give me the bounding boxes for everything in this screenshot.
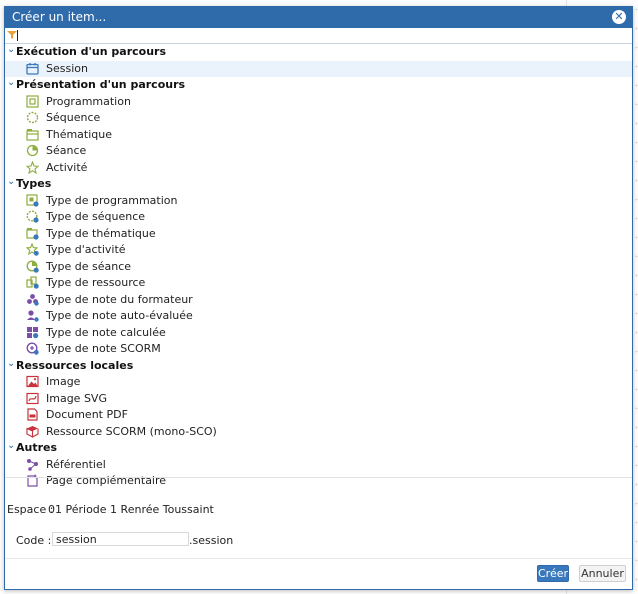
programmation-icon (26, 94, 39, 108)
tree-item[interactable]: Document PDF (5, 407, 632, 423)
tree-item-label: Session (46, 61, 88, 75)
tree-item[interactable]: Type de note calculée (5, 325, 632, 341)
create-item-dialog: Créer un item... ✕ ⌄ Exécution d'un parco… (4, 6, 633, 590)
tree-item[interactable]: Image (5, 374, 632, 390)
tree-item-label: Document PDF (46, 408, 128, 421)
tree-item[interactable]: Type de ressource (5, 275, 632, 291)
close-icon[interactable]: ✕ (612, 10, 626, 24)
tree-item-label: Thématique (46, 127, 113, 141)
type-thematique-icon (26, 227, 39, 240)
tree-item[interactable]: Programmation (5, 94, 632, 110)
sequence-icon (26, 111, 39, 124)
type-seance-icon (26, 260, 39, 273)
button-bar-divider (5, 558, 632, 559)
tree-item-label: Type de programmation (46, 193, 178, 207)
tree-group-label: Exécution d'un parcours (16, 45, 167, 58)
type-ressource-icon (26, 276, 39, 289)
cancel-button[interactable]: Annuler (579, 565, 626, 582)
type-note-scorm-icon (26, 342, 39, 355)
tree-item-label: Activité (46, 160, 88, 174)
dialog-titlebar: Créer un item... ✕ (5, 7, 632, 28)
tree-group-label: Présentation d'un parcours (16, 78, 186, 91)
tree-group-label: Ressources locales (16, 358, 134, 372)
referentiel-icon (27, 458, 38, 471)
tree-item-label: Image SVG (46, 391, 107, 405)
tree-item-label: Type de thématique (46, 226, 156, 240)
tree-item-label: Type de note auto-évaluée (46, 309, 193, 322)
tree-item[interactable]: Type de note SCORM (5, 341, 632, 357)
tree-item-label: Type de séance (46, 259, 132, 273)
dialog-title: Créer un item... (12, 10, 107, 24)
tree-item-label: Référentiel (46, 457, 106, 471)
tree-item-label: Type de note calculée (46, 325, 166, 339)
code-field[interactable] (52, 532, 189, 546)
tree-item[interactable]: Thématique (5, 127, 632, 143)
tree-item-label: Ressource SCORM (mono-SCO) (46, 424, 217, 438)
tree-item-label: Séquence (46, 111, 101, 124)
tree-item-label: Image (46, 375, 81, 388)
tree-group[interactable]: ⌄ Autres (5, 440, 632, 456)
tree-item[interactable]: Type de séance (5, 259, 632, 275)
tree-item[interactable]: Type d'activité (5, 242, 632, 258)
image-icon (26, 375, 39, 388)
type-note-auto-icon (27, 310, 39, 322)
tree-item[interactable]: Type de thématique (5, 226, 632, 242)
tree-item[interactable]: Ressource SCORM (mono-SCO) (5, 424, 632, 440)
tree-group-label: Types (16, 177, 52, 190)
tree-item[interactable]: Activité (5, 160, 632, 176)
tree-group[interactable]: ⌄ Types (5, 176, 632, 192)
tree-item-label: Programmation (46, 94, 131, 108)
tree-item-label: Type de note du formateur (46, 292, 193, 306)
create-button[interactable]: Créer (537, 565, 569, 582)
tree-item-label: Type de note SCORM (46, 342, 161, 355)
tree-item[interactable]: Type de note auto-évaluée (5, 308, 632, 324)
type-note-calculee-icon (27, 326, 39, 338)
chevron-down-icon[interactable]: ⌄ (7, 77, 15, 88)
tree-item[interactable]: Séance (5, 143, 632, 159)
tree-item-label: Page complémentaire (46, 474, 167, 487)
page-icon (27, 474, 38, 487)
chevron-down-icon[interactable]: ⌄ (7, 176, 15, 187)
tree-item[interactable]: Type de programmation (5, 193, 632, 209)
type-activite-icon (26, 243, 39, 256)
scorm-icon (26, 425, 39, 438)
footer-divider (5, 477, 632, 478)
activite-icon (26, 160, 39, 174)
tree-item-label: Type d'activité (46, 243, 126, 256)
chevron-down-icon[interactable]: ⌄ (7, 44, 15, 55)
type-note-formateur-icon (27, 293, 39, 306)
tree-item-label: Type de séquence (46, 210, 146, 223)
tree-item[interactable]: Séquence (5, 110, 632, 126)
chevron-down-icon[interactable]: ⌄ (7, 358, 15, 369)
tree-item[interactable]: Type de séquence (5, 209, 632, 225)
tree-group-label: Autres (16, 441, 58, 454)
thematique-icon (26, 128, 39, 141)
image-svg-icon (26, 392, 39, 404)
tree-item[interactable]: Type de note du formateur (5, 292, 632, 308)
code-suffix: .session (189, 534, 234, 547)
chevron-down-icon[interactable]: ⌄ (7, 440, 15, 451)
type-programmation-icon (26, 193, 39, 207)
tree-group[interactable]: ⌄ Présentation d'un parcours (5, 77, 632, 93)
tree-item-label: Type de ressource (46, 276, 146, 289)
tree-item[interactable]: Page complémentaire (5, 473, 632, 489)
pdf-icon (27, 408, 38, 421)
code-label: Code : (16, 534, 52, 547)
text-caret (17, 30, 18, 41)
filter-input[interactable] (5, 28, 632, 44)
tree-item[interactable]: Session (5, 60, 632, 77)
espace-label: Espace : (7, 503, 54, 516)
tree-group[interactable]: ⌄ Ressources locales (5, 358, 632, 374)
tree-group[interactable]: ⌄ Exécution d'un parcours (5, 44, 632, 60)
filter-icon (7, 31, 17, 39)
seance-icon (26, 144, 39, 157)
tree-item-label: Séance (46, 144, 87, 157)
tree-item[interactable]: Référentiel (5, 457, 632, 473)
calendar-icon (26, 62, 39, 75)
espace-value: 01 Période 1 Renrée Toussaint (48, 503, 214, 516)
tree-item[interactable]: Image SVG (5, 391, 632, 407)
type-sequence-icon (26, 210, 39, 223)
